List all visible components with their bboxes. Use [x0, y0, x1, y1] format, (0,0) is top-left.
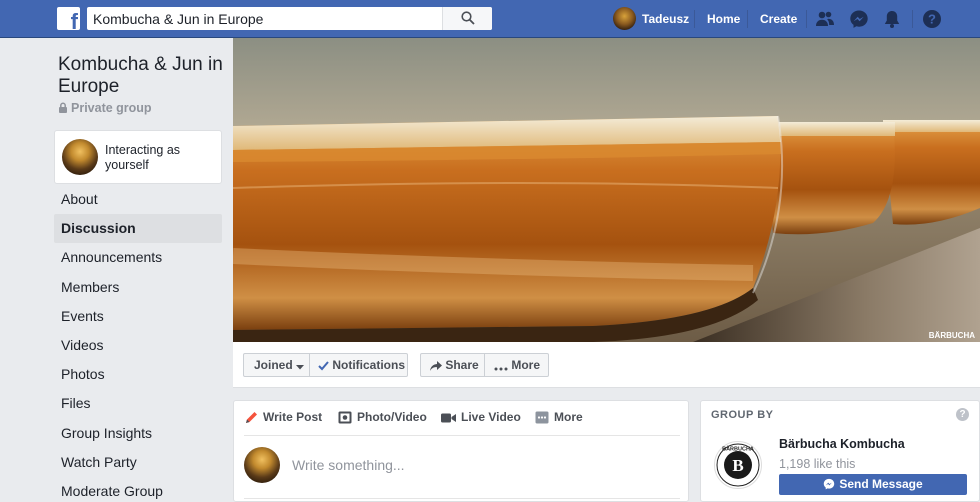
- menu-item-files[interactable]: Files: [54, 389, 222, 418]
- joined-button[interactable]: Joined: [243, 353, 310, 377]
- group-action-bar: Joined Notifications Share More: [233, 342, 980, 388]
- cover-photo[interactable]: BÄRBUCHA: [233, 38, 980, 342]
- nav-divider: [806, 10, 807, 28]
- tab-write-post[interactable]: Write Post: [245, 410, 322, 424]
- facebook-logo-icon[interactable]: f: [57, 7, 80, 30]
- profile-name: Tadeusz: [642, 12, 690, 26]
- send-message-button[interactable]: Send Message: [779, 474, 967, 495]
- checkmark-icon: [318, 361, 329, 371]
- tab-photo-video[interactable]: Photo/Video: [338, 410, 427, 424]
- more-button[interactable]: More: [485, 353, 549, 377]
- notifications-icon[interactable]: [882, 9, 902, 29]
- barbucha-logo-letter: B: [732, 456, 743, 475]
- share-button[interactable]: Share: [420, 353, 485, 377]
- cover-watermark: BÄRBUCHA: [929, 331, 975, 340]
- avatar: [613, 7, 636, 30]
- joined-label: Joined: [254, 358, 293, 372]
- friend-requests-icon[interactable]: [815, 9, 835, 29]
- menu-item-photos[interactable]: Photos: [54, 360, 222, 389]
- menu-item-group-insights[interactable]: Group Insights: [54, 419, 222, 448]
- post-composer: Write Post Photo/Video Live Video More W…: [233, 400, 689, 502]
- share-arrow-icon: [430, 361, 442, 371]
- help-icon[interactable]: ?: [956, 408, 969, 421]
- group-by-card: GROUP BY ? B BÄRBUCHA Bärbucha Kombucha …: [700, 400, 980, 502]
- composer-divider: [244, 435, 680, 436]
- menu-item-videos[interactable]: Videos: [54, 331, 222, 360]
- search-button[interactable]: [442, 7, 492, 30]
- interacting-as-label: Interacting as yourself: [105, 143, 181, 172]
- tab-more[interactable]: More: [535, 410, 583, 424]
- composer-divider: [244, 498, 680, 499]
- search-box: [87, 7, 492, 30]
- top-navigation-bar: f Tadeusz Home Create ?: [0, 0, 980, 38]
- group-name[interactable]: Kombucha & Jun in Europe: [58, 54, 228, 98]
- create-link[interactable]: Create: [760, 12, 797, 26]
- page-likes: 1,198 like this: [779, 457, 856, 471]
- more-label: More: [511, 358, 541, 372]
- group-privacy: Private group: [58, 101, 152, 115]
- video-camera-icon: [441, 413, 456, 423]
- menu-item-watch-party[interactable]: Watch Party: [54, 448, 222, 477]
- menu-item-members[interactable]: Members: [54, 273, 222, 302]
- nav-divider: [694, 10, 695, 28]
- caret-down-icon: [296, 365, 305, 370]
- avatar: [62, 139, 98, 175]
- kombucha-jars-image: BÄRBUCHA: [233, 38, 980, 342]
- share-label: Share: [445, 358, 479, 372]
- lock-icon: [59, 102, 67, 113]
- help-icon[interactable]: ?: [922, 9, 942, 29]
- page-name[interactable]: Bärbucha Kombucha: [779, 437, 905, 451]
- messenger-icon: [824, 478, 835, 490]
- menu-item-announcements[interactable]: Announcements: [54, 243, 222, 272]
- menu-item-discussion[interactable]: Discussion: [54, 214, 222, 244]
- group-sidebar: Kombucha & Jun in Europe Private group I…: [0, 38, 233, 502]
- barbucha-logo-mark-icon: B BÄRBUCHA: [716, 443, 760, 487]
- svg-text:?: ?: [928, 12, 936, 27]
- messenger-icon[interactable]: [849, 9, 869, 29]
- avatar: [244, 447, 280, 483]
- barbucha-logo-text: BÄRBUCHA: [722, 446, 754, 453]
- interacting-as-switcher[interactable]: Interacting as yourself: [54, 130, 222, 184]
- notifications-label: Notifications: [332, 358, 406, 372]
- group-by-heading: GROUP BY: [711, 409, 774, 421]
- search-icon: [461, 11, 475, 25]
- barbucha-logo[interactable]: B BÄRBUCHA: [714, 441, 762, 489]
- group-menu: About Discussion Announcements Members E…: [54, 185, 222, 502]
- more-grid-icon: [535, 411, 549, 424]
- pencil-icon: [246, 412, 257, 423]
- nav-divider: [912, 10, 913, 28]
- search-input[interactable]: [87, 7, 457, 30]
- menu-item-events[interactable]: Events: [54, 302, 222, 331]
- notifications-button[interactable]: Notifications: [310, 353, 408, 377]
- menu-item-about[interactable]: About: [54, 185, 222, 214]
- privacy-label: Private group: [71, 101, 152, 115]
- write-something-input[interactable]: Write something...: [292, 457, 405, 473]
- home-link[interactable]: Home: [707, 12, 740, 26]
- nav-divider: [747, 10, 748, 28]
- more-dots-icon: [494, 367, 508, 371]
- tab-live-video[interactable]: Live Video: [441, 410, 521, 424]
- photo-icon: [338, 411, 352, 424]
- menu-item-moderate-group[interactable]: Moderate Group: [54, 477, 222, 502]
